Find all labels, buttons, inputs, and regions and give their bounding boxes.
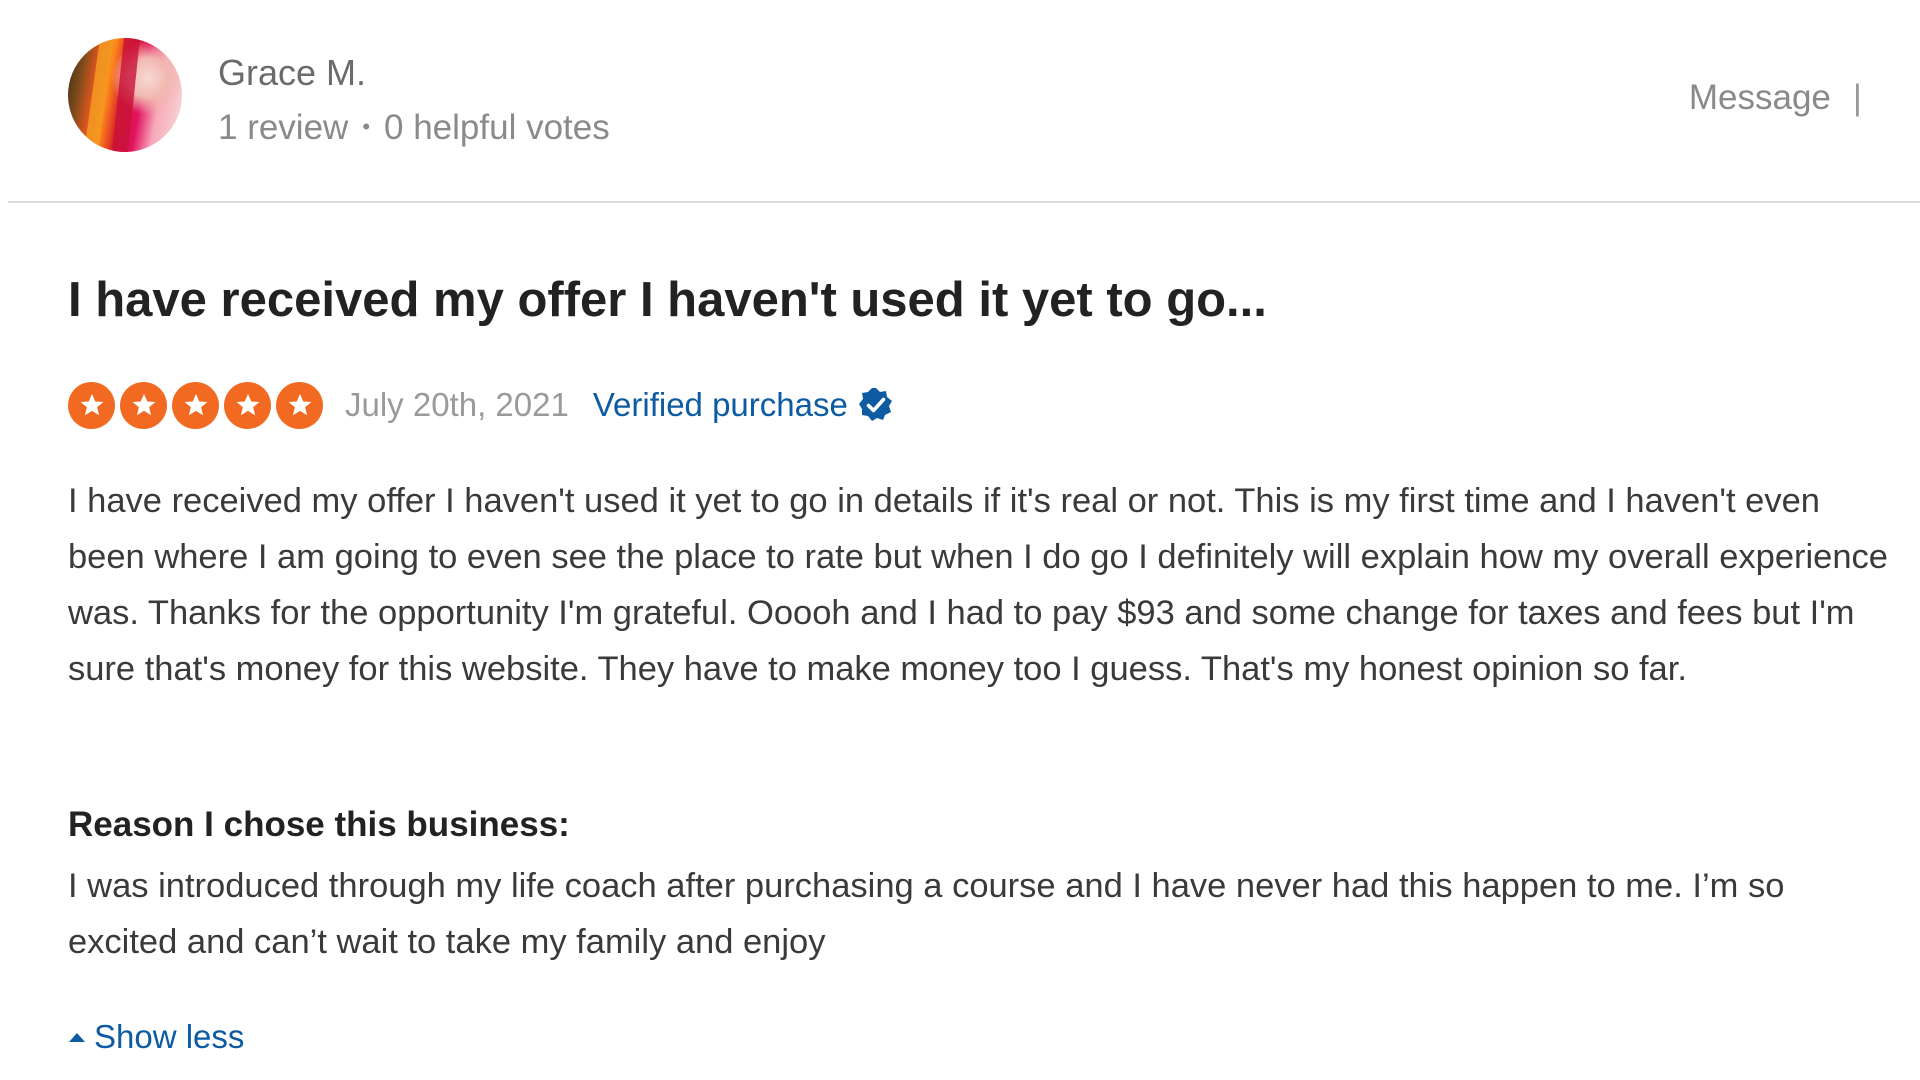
caret-up-icon [69, 1033, 85, 1042]
action-separator: | [1852, 78, 1862, 117]
stats-separator: • [362, 113, 371, 139]
star-icon [276, 381, 323, 429]
star-icon [120, 381, 167, 429]
reason-body: I was introduced through my life coach a… [68, 867, 1785, 961]
reviewer-name[interactable]: Grace M. [218, 52, 366, 94]
avatar[interactable] [68, 38, 182, 152]
verified-check-icon [858, 388, 892, 421]
header-divider [8, 201, 1920, 203]
message-button[interactable]: Message [1689, 78, 1831, 117]
show-less-label: Show less [94, 1018, 245, 1055]
star-rating [68, 381, 323, 429]
reviewer-stats: 1 review • 0 helpful votes [218, 108, 610, 148]
reason-heading: Reason I chose this business: [68, 805, 570, 844]
review-title: I have received my offer I haven't used … [68, 273, 1267, 327]
review-card: Grace M. 1 review • 0 helpful votes Messag… [0, 0, 1920, 1080]
star-icon [68, 381, 115, 429]
reviewer-header: Grace M. 1 review • 0 helpful votes Messag… [0, 0, 1920, 200]
verified-label: Verified purchase [592, 386, 848, 423]
star-icon [172, 381, 219, 429]
star-icon [224, 381, 271, 429]
verified-purchase: Verified purchase [593, 386, 894, 424]
message-action: Message | [1689, 78, 1862, 118]
review-date: July 20th, 2021 [345, 386, 569, 423]
helpful-votes: 0 helpful votes [384, 108, 610, 147]
review-count: 1 review [218, 108, 349, 147]
review-body: I have received my offer I haven't used … [68, 482, 1888, 688]
review-meta: July 20th, 2021 Verified purchase [68, 380, 894, 430]
show-less-button[interactable]: Show less [68, 1018, 244, 1056]
